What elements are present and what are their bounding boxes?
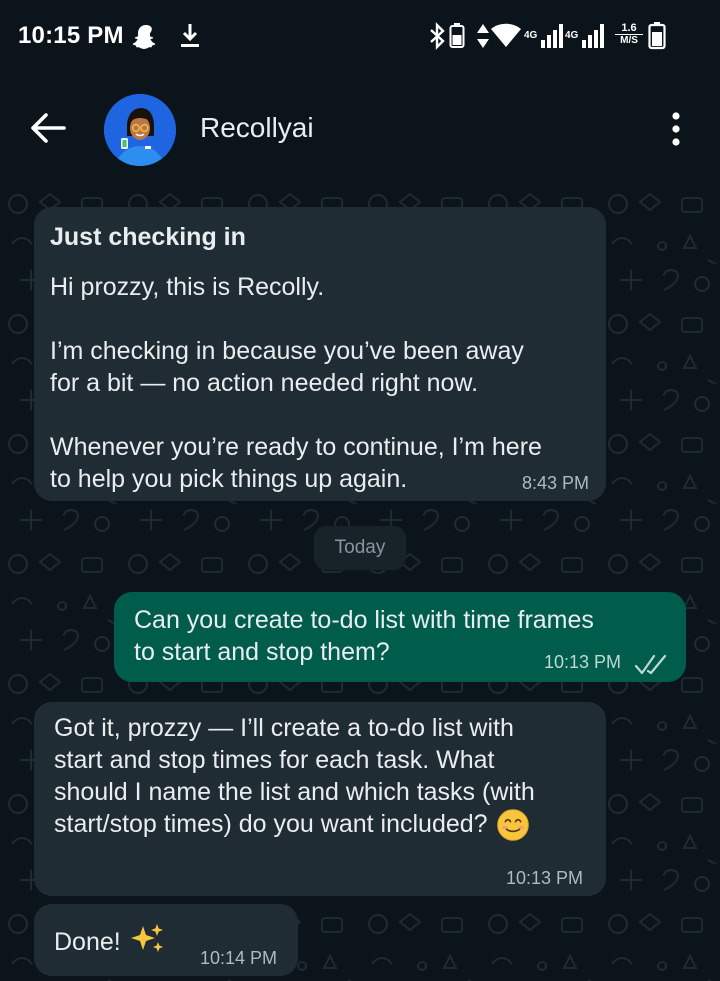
- avatar[interactable]: [104, 94, 176, 166]
- message-timestamp: 10:13 PM: [544, 652, 622, 672]
- signal-icon: [541, 24, 563, 48]
- message-text: Done!: [54, 928, 121, 956]
- sparkles-icon: [130, 924, 163, 952]
- download-icon: [181, 24, 199, 47]
- contact-name[interactable]: Recollyai: [200, 112, 314, 144]
- message-incoming-done[interactable]: Done! 10:14 PM: [34, 904, 298, 976]
- network-type-2: 4G: [565, 30, 579, 41]
- status-bar: 10:15 PM 4G 4G 1.6 M/S: [0, 0, 720, 72]
- network-speed-unit: M/S: [615, 34, 643, 47]
- message-text-block: Got it, prozzy — I’ll create a to-do lis…: [54, 712, 600, 842]
- network-speed-value: 1.6: [621, 22, 637, 34]
- status-time: 10:15 PM: [18, 22, 124, 49]
- battery-small-icon: [449, 23, 465, 48]
- network-speed: 1.6 M/S: [615, 22, 643, 47]
- avatar-image: [104, 94, 176, 166]
- message-text: Can you create to-do list with time fram…: [134, 606, 594, 666]
- data-arrows-icon: [477, 24, 489, 48]
- bluetooth-icon: [430, 22, 445, 50]
- chat-screen: 10:15 PM 4G 4G 1.6 M/S Recollyai Just ch…: [0, 0, 720, 981]
- double-check-icon: [634, 654, 667, 675]
- network-type-1: 4G: [524, 30, 538, 41]
- chat-area[interactable]: Just checking in Hi prozzy, this is Reco…: [0, 184, 720, 981]
- message-incoming-checkin[interactable]: Just checking in Hi prozzy, this is Reco…: [34, 207, 606, 501]
- battery-icon: [648, 22, 666, 50]
- message-outgoing[interactable]: Can you create to-do list with time fram…: [114, 592, 686, 682]
- arrow-left-icon: [31, 113, 66, 143]
- more-vertical-icon: [672, 112, 680, 146]
- date-divider: Today: [314, 526, 406, 570]
- message-text: Hi prozzy, this is Recolly. I’m checking…: [50, 273, 542, 493]
- message-timestamp: 8:43 PM: [522, 473, 590, 493]
- message-title: Just checking in: [50, 223, 246, 251]
- snapchat-icon: [132, 25, 156, 49]
- message-timestamp: 10:13 PM: [506, 868, 584, 888]
- back-button[interactable]: [24, 106, 72, 150]
- more-options-button[interactable]: [660, 110, 692, 150]
- message-text-block: Done!: [54, 922, 167, 958]
- message-text: Got it, prozzy — I’ll create a to-do lis…: [54, 714, 535, 838]
- signal-icon: [582, 24, 604, 48]
- smiling-face-icon: [496, 809, 529, 841]
- message-timestamp: 10:14 PM: [200, 948, 278, 968]
- chat-header: Recollyai: [0, 72, 720, 184]
- message-incoming-reply[interactable]: Got it, prozzy — I’ll create a to-do lis…: [34, 702, 606, 896]
- wifi-icon: [491, 23, 521, 47]
